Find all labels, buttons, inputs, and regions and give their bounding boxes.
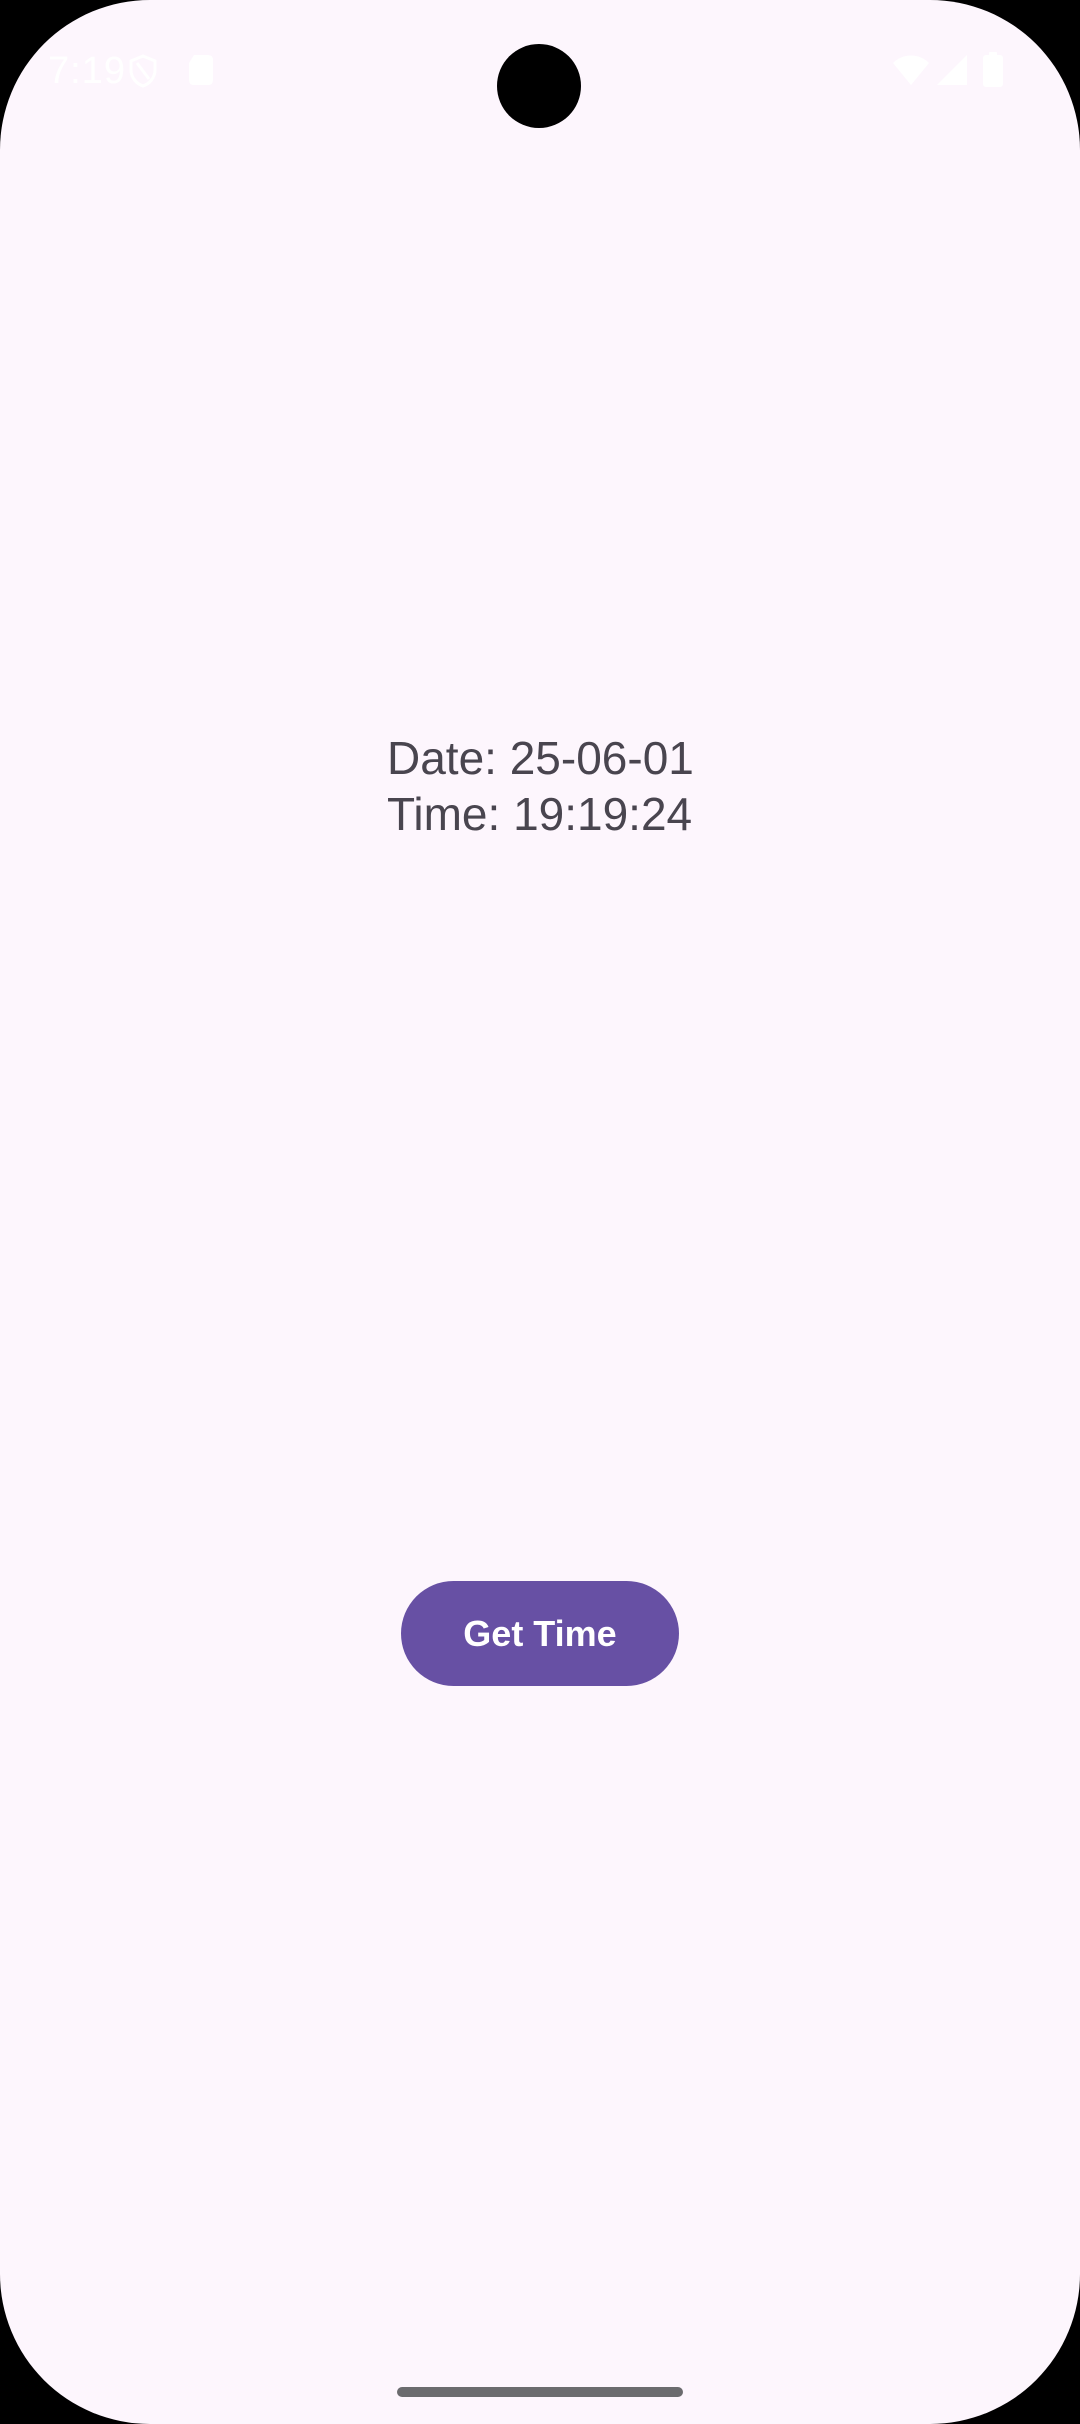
get-time-button[interactable]: Get Time: [401, 1581, 679, 1686]
date-text: Date: 25-06-01: [387, 732, 694, 784]
navigation-handle[interactable]: [397, 2387, 683, 2397]
time-text: Time: 19:19:24: [387, 788, 693, 840]
app-screen: 7:19 Date: 25-06-01 Time: 19:19:24 Get T…: [0, 0, 1080, 2424]
main-content: Date: 25-06-01 Time: 19:19:24 Get Time: [0, 0, 1080, 2424]
datetime-display: Date: 25-06-01 Time: 19:19:24: [387, 730, 694, 842]
